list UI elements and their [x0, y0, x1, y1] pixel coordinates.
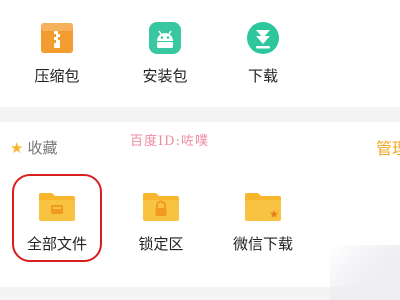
manage-button[interactable]: 管理	[376, 135, 400, 159]
category-archive-label: 压缩包	[34, 67, 80, 85]
star-icon: ★	[10, 138, 24, 157]
favorite-locked-area-label: 锁定区	[138, 235, 184, 253]
favorite-locked-area[interactable]: 锁定区	[116, 177, 206, 257]
folder-lock-icon	[142, 190, 180, 226]
category-archive[interactable]: 压缩包	[12, 0, 102, 100]
highlight-annotation	[12, 174, 102, 262]
category-download-label: 下载	[247, 67, 278, 85]
favorites-title: 收藏	[27, 139, 58, 157]
download-icon	[245, 20, 281, 60]
corner-shade	[330, 245, 400, 300]
watermark-text: 百度ID:咗噗	[130, 134, 209, 149]
category-download[interactable]: 下载	[218, 0, 308, 100]
category-apk-label: 安装包	[142, 67, 188, 85]
category-apk[interactable]: 安装包	[120, 0, 210, 100]
android-icon	[147, 20, 183, 60]
favorite-wechat-download[interactable]: 微信下载	[218, 177, 308, 257]
file-manager-page: 压缩包 安装包 下载 ★ 收藏 百度ID:咗噗 管理 全部文件 锁定区 微信下载	[0, 0, 400, 300]
favorites-header: ★ 收藏	[10, 137, 57, 158]
favorite-wechat-download-label: 微信下载	[232, 235, 293, 253]
category-panel: 压缩包 安装包 下载	[0, 0, 400, 107]
folder-star-icon	[244, 190, 282, 226]
archive-icon	[39, 20, 75, 60]
